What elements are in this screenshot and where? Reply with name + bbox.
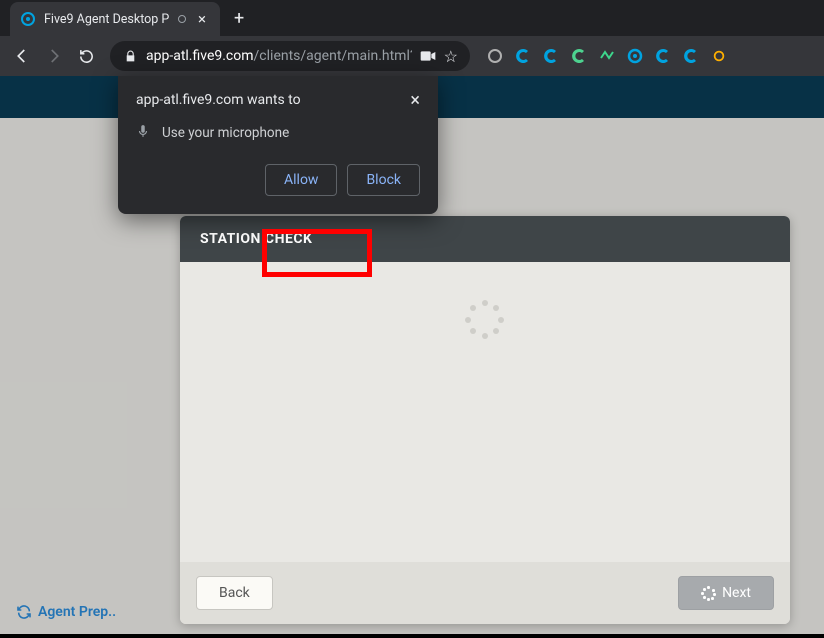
page-content: STATION CHECK Back Next: [0, 76, 824, 634]
allow-button[interactable]: Allow: [265, 164, 337, 196]
reload-button[interactable]: [72, 42, 100, 70]
browser-tab[interactable]: Five9 Agent Desktop Plus ×: [10, 2, 220, 36]
five9-favicon: [20, 11, 36, 27]
permission-popup: app-atl.five9.com wants to × Use your mi…: [118, 76, 438, 214]
back-button[interactable]: [8, 42, 36, 70]
extension-icon-8[interactable]: [682, 47, 700, 65]
url-bar[interactable]: app-atl.five9.com/clients/agent/main.htm…: [110, 41, 470, 71]
next-label: Next: [722, 585, 751, 601]
close-icon[interactable]: ×: [410, 92, 420, 110]
extension-icon-3[interactable]: [542, 47, 560, 65]
forward-button[interactable]: [40, 42, 68, 70]
url-text: app-atl.five9.com/clients/agent/main.htm…: [146, 48, 412, 64]
tab-bar: Five9 Agent Desktop Plus × +: [0, 0, 824, 36]
lock-icon: [122, 50, 138, 63]
extension-icon-9[interactable]: [710, 47, 728, 65]
loading-spinner-icon: [465, 300, 505, 340]
tab-title: Five9 Agent Desktop Plus: [44, 12, 170, 27]
agent-prep-label: Agent Prep..: [38, 604, 116, 620]
next-spinner-icon: [701, 586, 715, 600]
block-button[interactable]: Block: [347, 164, 420, 196]
extension-icon-1[interactable]: [486, 47, 504, 65]
browser-toolbar: app-atl.five9.com/clients/agent/main.htm…: [0, 36, 824, 76]
back-button-card[interactable]: Back: [196, 576, 273, 610]
permission-request-text: Use your microphone: [162, 125, 289, 141]
camera-icon[interactable]: [420, 47, 436, 66]
extension-icon-7[interactable]: [654, 47, 672, 65]
extension-icon-5[interactable]: [598, 47, 616, 65]
next-button[interactable]: Next: [678, 576, 774, 610]
browser-chrome: Five9 Agent Desktop Plus × + app-atl.fiv…: [0, 0, 824, 76]
extension-icon-6[interactable]: [626, 47, 644, 65]
card-footer: Back Next: [180, 562, 790, 624]
card-title: STATION CHECK: [180, 216, 790, 262]
extension-icons: [486, 47, 728, 65]
new-tab-button[interactable]: +: [234, 8, 244, 29]
tab-close-icon[interactable]: ×: [194, 10, 210, 28]
station-check-card: STATION CHECK Back Next: [180, 216, 790, 624]
bookmark-star-icon[interactable]: ☆: [444, 47, 458, 66]
card-body: [180, 262, 790, 562]
tab-audio-indicator: [178, 15, 186, 23]
refresh-icon: [16, 604, 32, 620]
agent-prep-link[interactable]: Agent Prep..: [16, 604, 116, 620]
microphone-icon: [136, 124, 150, 142]
extension-icon-4[interactable]: [570, 47, 588, 65]
permission-title: app-atl.five9.com wants to: [136, 92, 301, 108]
extension-icon-2[interactable]: [514, 47, 532, 65]
